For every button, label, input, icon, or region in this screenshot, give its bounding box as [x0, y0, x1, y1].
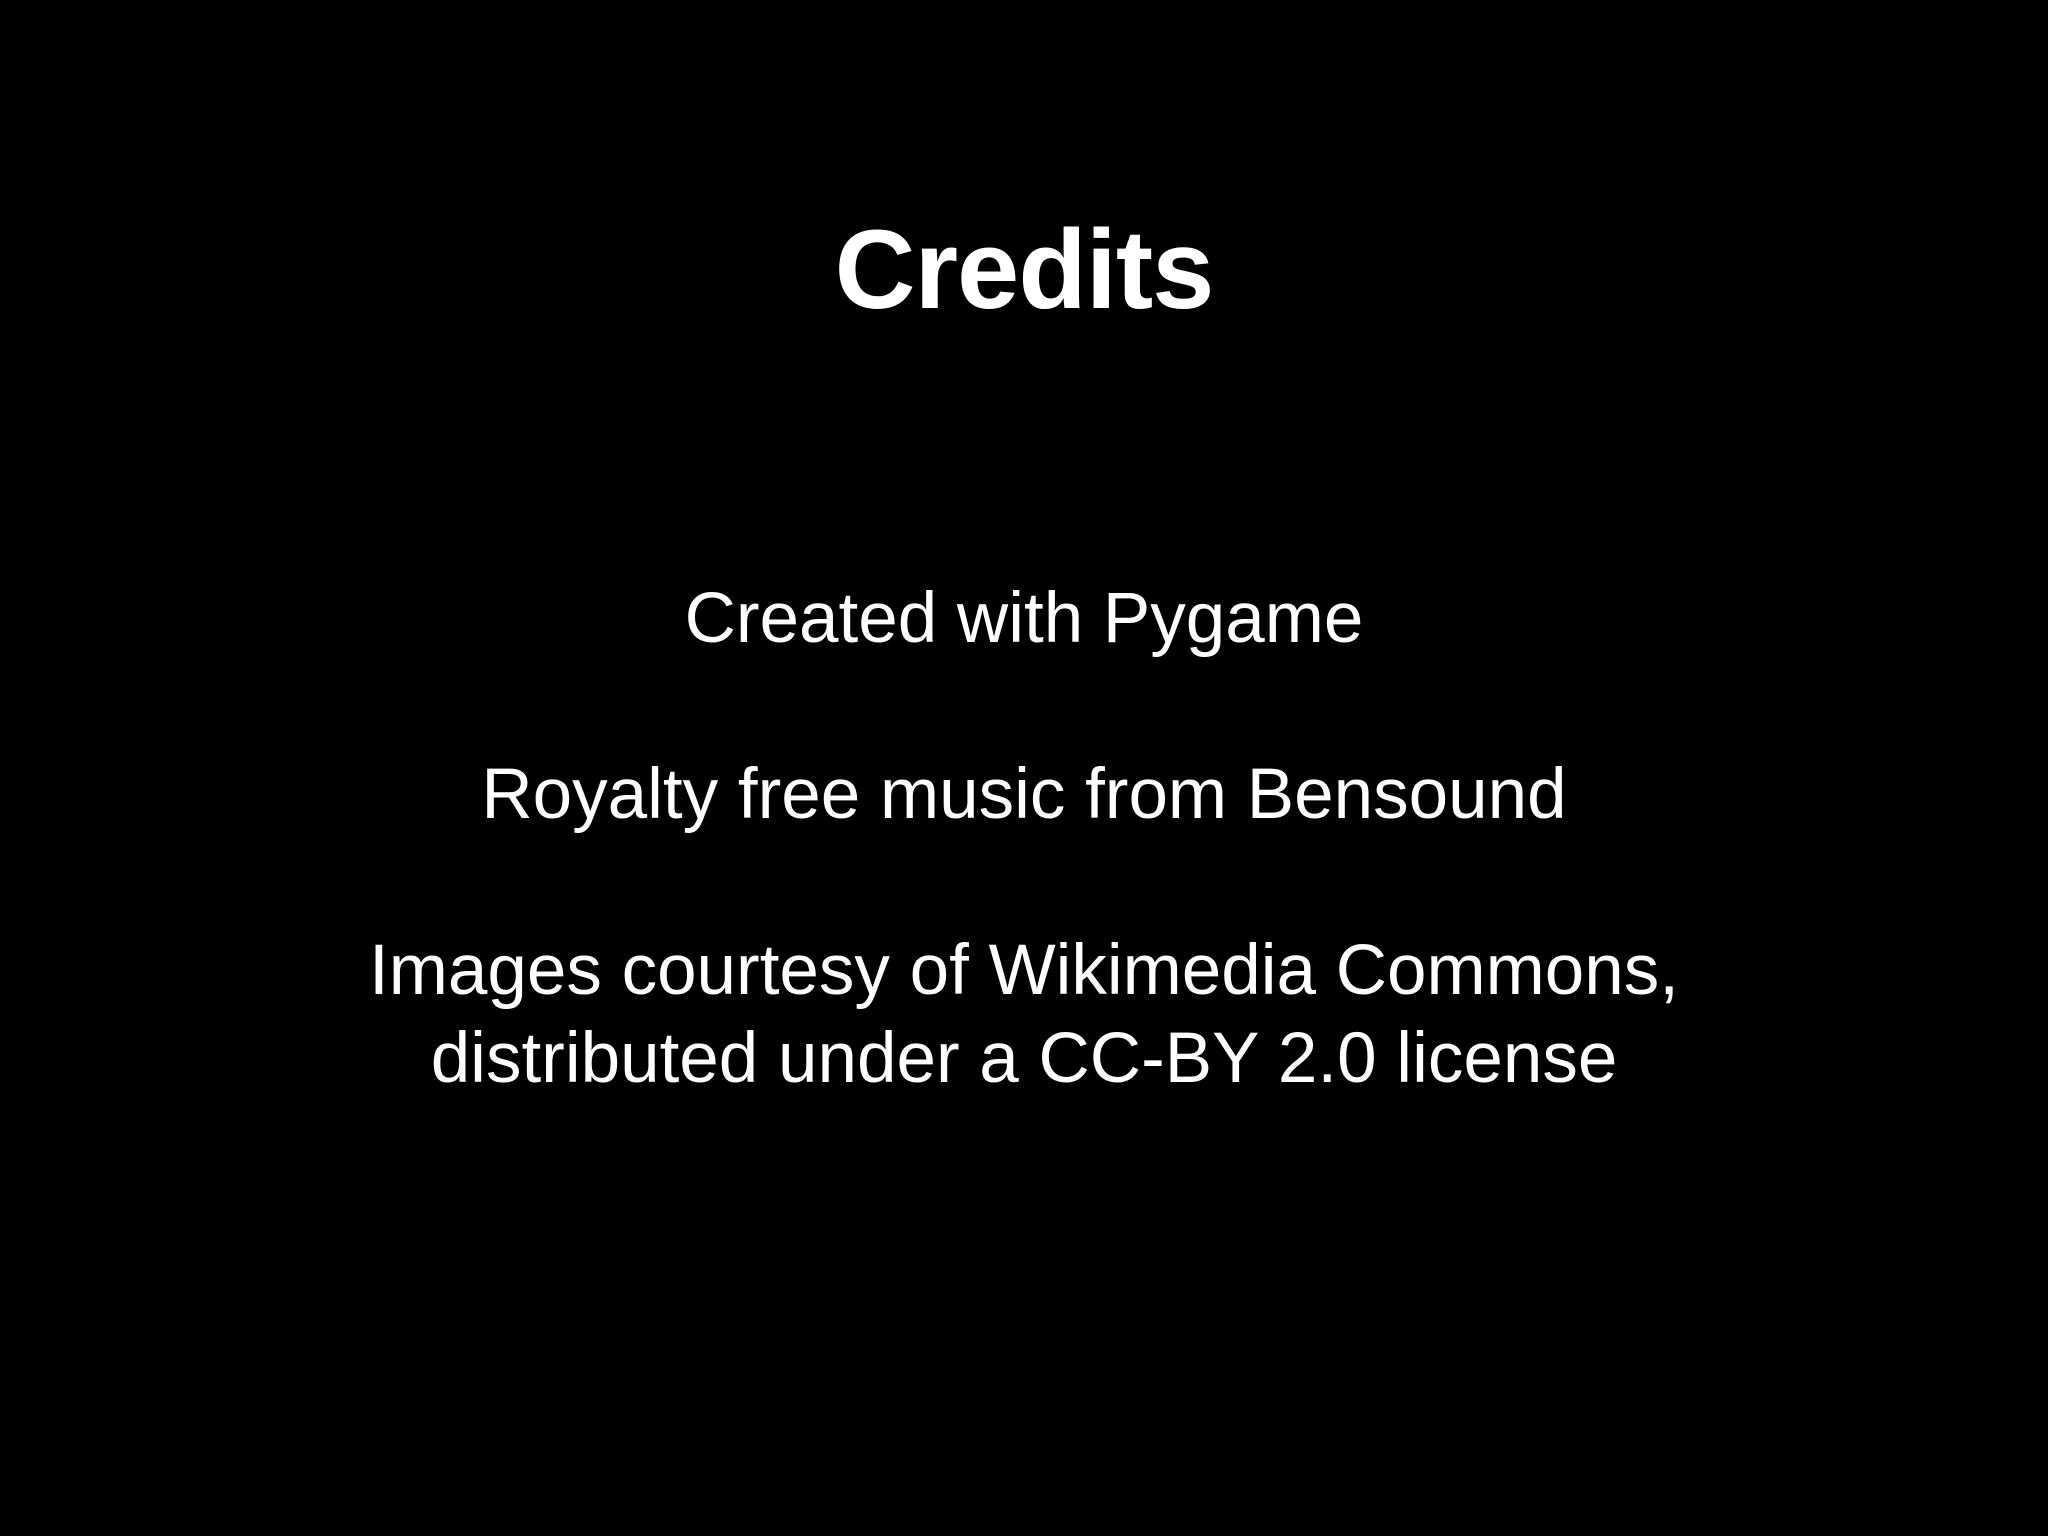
credit-license: distributed under a CC-BY 2.0 license	[430, 1019, 1618, 1098]
credits-title: Credits	[834, 207, 1215, 332]
credits-screen: Credits Created with Pygame Royalty free…	[0, 0, 2048, 1536]
credit-pygame: Created with Pygame	[684, 579, 1364, 658]
credit-images: Images courtesy of Wikimedia Commons,	[369, 931, 1679, 1010]
credit-music: Royalty free music from Bensound	[481, 755, 1567, 834]
